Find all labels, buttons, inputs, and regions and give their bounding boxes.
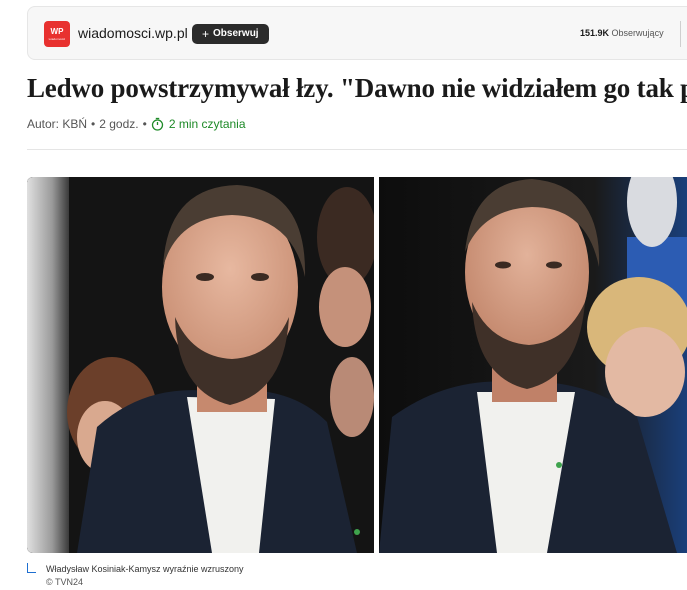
caption-marker-icon bbox=[27, 563, 36, 573]
follow-label: Obserwuj bbox=[213, 28, 259, 39]
article-headline: Ledwo powstrzymywał łzy. "Dawno nie widz… bbox=[27, 73, 687, 103]
follow-button[interactable]: + Obserwuj bbox=[192, 24, 269, 44]
followers-info: 151.9K Obserwujący bbox=[580, 28, 664, 38]
stopwatch-icon bbox=[151, 117, 163, 131]
logo-subtext: wiadomości bbox=[48, 36, 66, 41]
meta-separator: • bbox=[142, 117, 147, 131]
publisher-bar: WP wiadomości wiadomosci.wp.pl + Obserwu… bbox=[27, 6, 687, 60]
logo-text: WP bbox=[50, 26, 64, 36]
article-meta: Autor: KBŃ • 2 godz. • 2 min czytania bbox=[27, 117, 246, 131]
plus-icon: + bbox=[202, 27, 210, 41]
hero-photo bbox=[27, 177, 687, 553]
divider bbox=[27, 149, 687, 150]
article-page: WP wiadomości wiadomosci.wp.pl + Obserwu… bbox=[0, 0, 687, 590]
publisher-name[interactable]: wiadomosci.wp.pl bbox=[78, 25, 188, 41]
time-ago: 2 godz. bbox=[99, 117, 139, 131]
article-image[interactable] bbox=[27, 177, 687, 553]
followers-label: Obserwujący bbox=[611, 28, 664, 38]
image-caption: Władysław Kosiniak-Kamysz wyraźnie wzrus… bbox=[46, 564, 244, 574]
image-credit: © TVN24 bbox=[46, 577, 83, 587]
meta-separator: • bbox=[91, 117, 96, 131]
author[interactable]: Autor: KBŃ bbox=[27, 117, 87, 131]
wp-logo-icon[interactable]: WP wiadomości bbox=[44, 21, 70, 47]
divider bbox=[680, 21, 681, 47]
reading-time-label: 2 min czytania bbox=[168, 117, 246, 131]
followers-count: 151.9K bbox=[580, 28, 610, 38]
reading-time: 2 min czytania bbox=[151, 117, 246, 131]
